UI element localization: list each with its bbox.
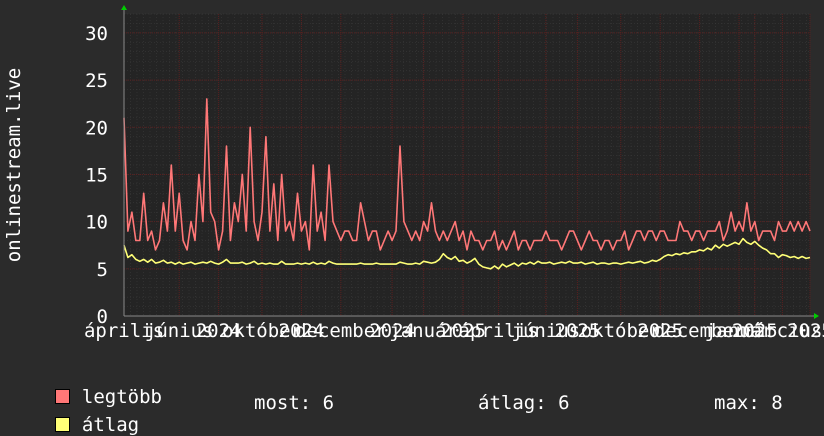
legend-item-avg: átlag — [32, 392, 139, 436]
stat-max: max: 8 — [714, 392, 783, 414]
y-axis-label: onlinestream.live — [3, 68, 25, 262]
x-tick-label: 2025 — [787, 320, 824, 342]
x-axis-arrow — [814, 313, 819, 319]
stat-average: átlag: 6 — [478, 392, 570, 414]
y-tick-label: 30 — [85, 23, 108, 45]
stat-now: most: 6 — [254, 392, 335, 414]
y-tick-label: 10 — [85, 212, 108, 234]
y-tick-label: 25 — [85, 70, 108, 92]
y-tick-label: 20 — [85, 117, 108, 139]
legend-label-avg: átlag — [81, 414, 140, 436]
y-axis-arrow — [121, 5, 127, 10]
y-tick-label: 15 — [85, 164, 108, 186]
y-tick-label: 5 — [97, 259, 108, 281]
